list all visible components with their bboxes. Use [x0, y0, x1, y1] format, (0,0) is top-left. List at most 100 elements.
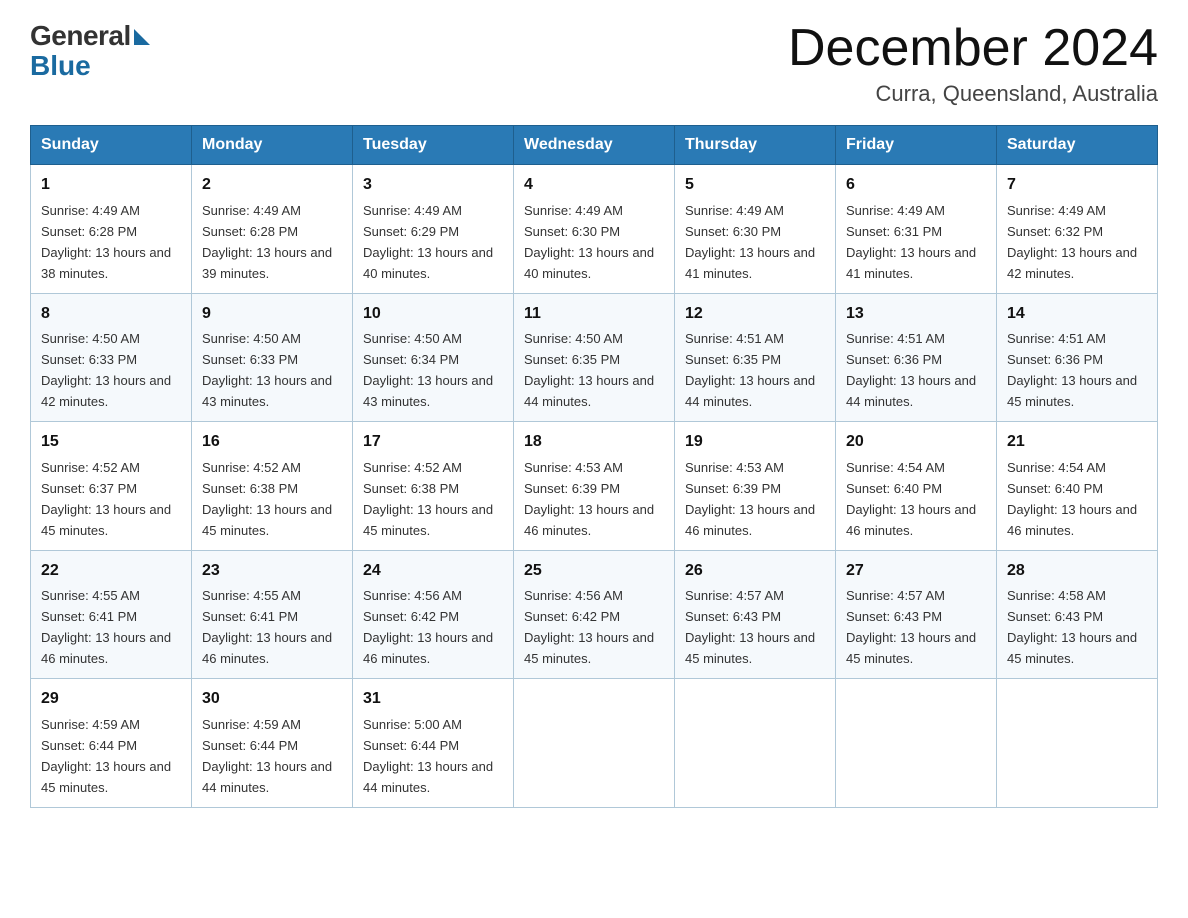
- day-info: Sunrise: 4:50 AMSunset: 6:35 PMDaylight:…: [524, 331, 654, 409]
- col-thursday: Thursday: [675, 126, 836, 165]
- day-info: Sunrise: 4:51 AMSunset: 6:36 PMDaylight:…: [846, 331, 976, 409]
- calendar-day-cell: 8 Sunrise: 4:50 AMSunset: 6:33 PMDaylight…: [31, 293, 192, 421]
- title-section: December 2024 Curra, Queensland, Austral…: [788, 20, 1158, 107]
- calendar-header: Sunday Monday Tuesday Wednesday Thursday…: [31, 126, 1158, 165]
- day-info: Sunrise: 4:52 AMSunset: 6:38 PMDaylight:…: [202, 460, 332, 538]
- day-info: Sunrise: 4:53 AMSunset: 6:39 PMDaylight:…: [524, 460, 654, 538]
- day-info: Sunrise: 4:52 AMSunset: 6:38 PMDaylight:…: [363, 460, 493, 538]
- calendar-day-cell: 2Sunrise: 4:49 AMSunset: 6:28 PMDaylight…: [192, 165, 353, 293]
- calendar-day-cell: 12 Sunrise: 4:51 AMSunset: 6:35 PMDayligh…: [675, 293, 836, 421]
- day-number: 4: [524, 173, 664, 198]
- day-info: Sunrise: 4:50 AMSunset: 6:33 PMDaylight:…: [41, 331, 171, 409]
- calendar-day-cell: [836, 679, 997, 807]
- calendar-day-cell: 7Sunrise: 4:49 AMSunset: 6:32 PMDaylight…: [997, 165, 1158, 293]
- day-number: 6: [846, 173, 986, 198]
- day-number: 10: [363, 302, 503, 327]
- day-number: 12: [685, 302, 825, 327]
- day-number: 5: [685, 173, 825, 198]
- logo-general-text: General: [30, 20, 131, 52]
- calendar-day-cell: 31 Sunrise: 5:00 AMSunset: 6:44 PMDayligh…: [353, 679, 514, 807]
- day-info: Sunrise: 4:59 AMSunset: 6:44 PMDaylight:…: [41, 717, 171, 795]
- logo: General: [30, 20, 150, 52]
- col-tuesday: Tuesday: [353, 126, 514, 165]
- day-info: Sunrise: 4:51 AMSunset: 6:35 PMDaylight:…: [685, 331, 815, 409]
- calendar-day-cell: 26 Sunrise: 4:57 AMSunset: 6:43 PMDayligh…: [675, 550, 836, 678]
- calendar-day-cell: 27 Sunrise: 4:57 AMSunset: 6:43 PMDayligh…: [836, 550, 997, 678]
- calendar-day-cell: 22 Sunrise: 4:55 AMSunset: 6:41 PMDayligh…: [31, 550, 192, 678]
- day-number: 22: [41, 559, 181, 584]
- day-number: 24: [363, 559, 503, 584]
- day-number: 13: [846, 302, 986, 327]
- calendar-day-cell: 11Sunrise: 4:50 AMSunset: 6:35 PMDayligh…: [514, 293, 675, 421]
- calendar-day-cell: 13 Sunrise: 4:51 AMSunset: 6:36 PMDayligh…: [836, 293, 997, 421]
- day-info: Sunrise: 4:49 AMSunset: 6:30 PMDaylight:…: [685, 203, 815, 281]
- day-number: 17: [363, 430, 503, 455]
- day-info: Sunrise: 4:51 AMSunset: 6:36 PMDaylight:…: [1007, 331, 1137, 409]
- day-number: 25: [524, 559, 664, 584]
- day-info: Sunrise: 4:58 AMSunset: 6:43 PMDaylight:…: [1007, 588, 1137, 666]
- calendar-day-cell: 29 Sunrise: 4:59 AMSunset: 6:44 PMDayligh…: [31, 679, 192, 807]
- day-number: 26: [685, 559, 825, 584]
- calendar-day-cell: 6Sunrise: 4:49 AMSunset: 6:31 PMDaylight…: [836, 165, 997, 293]
- day-number: 3: [363, 173, 503, 198]
- logo-arrow-icon: [134, 29, 150, 45]
- day-info: Sunrise: 4:56 AMSunset: 6:42 PMDaylight:…: [524, 588, 654, 666]
- calendar-day-cell: 3 Sunrise: 4:49 AMSunset: 6:29 PMDaylight…: [353, 165, 514, 293]
- day-info: Sunrise: 4:53 AMSunset: 6:39 PMDaylight:…: [685, 460, 815, 538]
- calendar-day-cell: 18 Sunrise: 4:53 AMSunset: 6:39 PMDayligh…: [514, 422, 675, 550]
- calendar-day-cell: 28 Sunrise: 4:58 AMSunset: 6:43 PMDayligh…: [997, 550, 1158, 678]
- day-number: 14: [1007, 302, 1147, 327]
- calendar-week-row: 22 Sunrise: 4:55 AMSunset: 6:41 PMDayligh…: [31, 550, 1158, 678]
- day-info: Sunrise: 4:54 AMSunset: 6:40 PMDaylight:…: [1007, 460, 1137, 538]
- location-text: Curra, Queensland, Australia: [788, 81, 1158, 107]
- calendar-body: 1 Sunrise: 4:49 AMSunset: 6:28 PMDaylight…: [31, 165, 1158, 807]
- day-info: Sunrise: 4:55 AMSunset: 6:41 PMDaylight:…: [202, 588, 332, 666]
- calendar-table: Sunday Monday Tuesday Wednesday Thursday…: [30, 125, 1158, 807]
- day-info: Sunrise: 4:55 AMSunset: 6:41 PMDaylight:…: [41, 588, 171, 666]
- day-number: 28: [1007, 559, 1147, 584]
- day-info: Sunrise: 4:56 AMSunset: 6:42 PMDaylight:…: [363, 588, 493, 666]
- calendar-day-cell: 17 Sunrise: 4:52 AMSunset: 6:38 PMDayligh…: [353, 422, 514, 550]
- calendar-day-cell: 10 Sunrise: 4:50 AMSunset: 6:34 PMDayligh…: [353, 293, 514, 421]
- month-title: December 2024: [788, 20, 1158, 77]
- day-number: 19: [685, 430, 825, 455]
- col-friday: Friday: [836, 126, 997, 165]
- day-info: Sunrise: 4:50 AMSunset: 6:33 PMDaylight:…: [202, 331, 332, 409]
- day-number: 23: [202, 559, 342, 584]
- calendar-day-cell: 23 Sunrise: 4:55 AMSunset: 6:41 PMDayligh…: [192, 550, 353, 678]
- calendar-week-row: 15Sunrise: 4:52 AMSunset: 6:37 PMDayligh…: [31, 422, 1158, 550]
- day-number: 21: [1007, 430, 1147, 455]
- calendar-day-cell: 14 Sunrise: 4:51 AMSunset: 6:36 PMDayligh…: [997, 293, 1158, 421]
- calendar-week-row: 8 Sunrise: 4:50 AMSunset: 6:33 PMDaylight…: [31, 293, 1158, 421]
- day-number: 29: [41, 687, 181, 712]
- day-info: Sunrise: 4:49 AMSunset: 6:29 PMDaylight:…: [363, 203, 493, 281]
- calendar-day-cell: 15Sunrise: 4:52 AMSunset: 6:37 PMDayligh…: [31, 422, 192, 550]
- calendar-day-cell: 24 Sunrise: 4:56 AMSunset: 6:42 PMDayligh…: [353, 550, 514, 678]
- calendar-day-cell: 9 Sunrise: 4:50 AMSunset: 6:33 PMDaylight…: [192, 293, 353, 421]
- calendar-day-cell: 20Sunrise: 4:54 AMSunset: 6:40 PMDayligh…: [836, 422, 997, 550]
- col-saturday: Saturday: [997, 126, 1158, 165]
- day-number: 31: [363, 687, 503, 712]
- day-info: Sunrise: 4:49 AMSunset: 6:32 PMDaylight:…: [1007, 203, 1137, 281]
- col-sunday: Sunday: [31, 126, 192, 165]
- day-number: 1: [41, 173, 181, 198]
- day-info: Sunrise: 4:49 AMSunset: 6:30 PMDaylight:…: [524, 203, 654, 281]
- col-wednesday: Wednesday: [514, 126, 675, 165]
- logo-area: General Blue: [30, 20, 150, 82]
- day-info: Sunrise: 5:00 AMSunset: 6:44 PMDaylight:…: [363, 717, 493, 795]
- day-info: Sunrise: 4:49 AMSunset: 6:28 PMDaylight:…: [41, 203, 171, 281]
- calendar-day-cell: 16Sunrise: 4:52 AMSunset: 6:38 PMDayligh…: [192, 422, 353, 550]
- day-number: 8: [41, 302, 181, 327]
- day-number: 27: [846, 559, 986, 584]
- day-info: Sunrise: 4:49 AMSunset: 6:28 PMDaylight:…: [202, 203, 332, 281]
- day-number: 9: [202, 302, 342, 327]
- calendar-day-cell: [514, 679, 675, 807]
- logo-blue-text: Blue: [30, 50, 91, 82]
- day-info: Sunrise: 4:50 AMSunset: 6:34 PMDaylight:…: [363, 331, 493, 409]
- day-number: 18: [524, 430, 664, 455]
- calendar-day-cell: 4 Sunrise: 4:49 AMSunset: 6:30 PMDaylight…: [514, 165, 675, 293]
- calendar-day-cell: 1 Sunrise: 4:49 AMSunset: 6:28 PMDaylight…: [31, 165, 192, 293]
- calendar-week-row: 29 Sunrise: 4:59 AMSunset: 6:44 PMDayligh…: [31, 679, 1158, 807]
- day-info: Sunrise: 4:57 AMSunset: 6:43 PMDaylight:…: [846, 588, 976, 666]
- day-info: Sunrise: 4:57 AMSunset: 6:43 PMDaylight:…: [685, 588, 815, 666]
